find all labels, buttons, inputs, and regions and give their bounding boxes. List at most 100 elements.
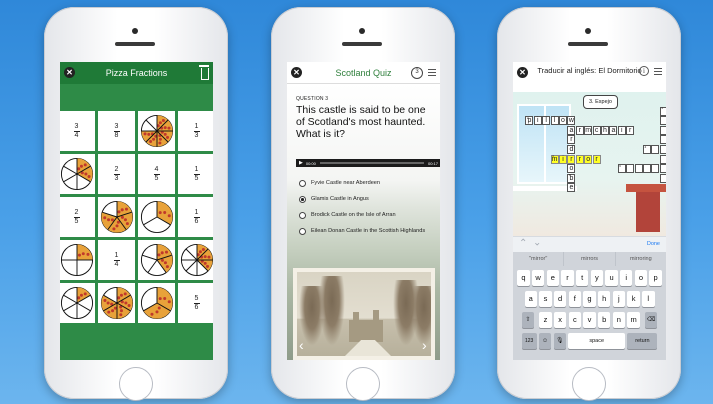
crossword-cell[interactable]: r bbox=[592, 154, 601, 164]
crossword-cell[interactable]: i bbox=[617, 125, 626, 135]
done-button[interactable]: Done bbox=[647, 241, 660, 247]
answer-option[interactable]: Fyvie Castle near Aberdeen bbox=[299, 180, 437, 187]
crossword-cell[interactable]: r bbox=[575, 154, 584, 164]
key-e[interactable]: e bbox=[546, 270, 560, 286]
crossword-cell[interactable] bbox=[659, 145, 666, 154]
home-button[interactable] bbox=[119, 367, 153, 401]
crossword-cell[interactable] bbox=[659, 106, 666, 116]
key-m[interactable]: m bbox=[627, 312, 640, 328]
key-z[interactable]: z bbox=[539, 312, 552, 328]
pizza-card[interactable] bbox=[98, 197, 135, 237]
key-d[interactable]: d bbox=[553, 291, 567, 307]
key-c[interactable]: c bbox=[568, 312, 582, 328]
home-button[interactable] bbox=[346, 367, 380, 401]
crossword-cell[interactable]: l bbox=[542, 116, 551, 126]
menu-icon[interactable] bbox=[428, 69, 436, 76]
crossword-cell[interactable] bbox=[651, 164, 660, 174]
key-h[interactable]: h bbox=[597, 291, 611, 307]
pizza-card[interactable] bbox=[98, 283, 135, 323]
crossword-cell[interactable] bbox=[659, 164, 666, 174]
key-s[interactable]: s bbox=[539, 291, 552, 307]
pizza-card[interactable] bbox=[60, 154, 95, 194]
key-r[interactable]: r bbox=[561, 270, 574, 286]
key-k[interactable]: k bbox=[627, 291, 640, 307]
crossword-cell[interactable]: a bbox=[567, 125, 576, 135]
crossword-cell[interactable] bbox=[659, 154, 666, 164]
crossword-cell[interactable]: o bbox=[567, 164, 576, 174]
fraction-card[interactable]: 34 bbox=[60, 111, 95, 151]
shift-key-icon[interactable]: ⇧ bbox=[521, 312, 535, 328]
emoji-key[interactable]: ☺ bbox=[538, 333, 552, 349]
crossword-cell[interactable]: d bbox=[567, 145, 576, 154]
chevron-right-icon[interactable]: › bbox=[422, 338, 429, 352]
numbers-key[interactable]: 123 bbox=[521, 333, 537, 349]
fraction-card[interactable]: 14 bbox=[98, 240, 135, 280]
crossword-cell[interactable]: m bbox=[550, 154, 559, 164]
crossword-cell[interactable] bbox=[659, 125, 666, 135]
close-button[interactable]: ✕ bbox=[291, 67, 302, 78]
crossword-cell[interactable] bbox=[634, 164, 643, 174]
crossword-cell[interactable] bbox=[659, 173, 666, 183]
crossword-cell[interactable]: r bbox=[575, 125, 584, 135]
pizza-card[interactable] bbox=[138, 197, 175, 237]
crossword-cell[interactable] bbox=[643, 164, 651, 174]
crossword-cell[interactable]: i bbox=[533, 116, 542, 126]
key-t[interactable]: t bbox=[575, 270, 589, 286]
key-f[interactable]: f bbox=[568, 291, 582, 307]
suggestion-item[interactable]: "mirror" bbox=[513, 252, 565, 266]
crossword-cell[interactable] bbox=[626, 164, 635, 174]
fraction-card[interactable]: 45 bbox=[138, 154, 175, 194]
pizza-card[interactable] bbox=[138, 240, 175, 280]
fraction-card[interactable]: 25 bbox=[60, 197, 95, 237]
key-b[interactable]: b bbox=[597, 312, 611, 328]
pizza-card[interactable] bbox=[138, 111, 175, 151]
info-icon[interactable]: i bbox=[639, 66, 649, 76]
pizza-card[interactable] bbox=[138, 283, 175, 323]
chevron-up-icon[interactable]: ⌃ bbox=[519, 238, 527, 249]
crossword-cell[interactable]: l bbox=[550, 116, 559, 126]
key-n[interactable]: n bbox=[612, 312, 626, 328]
fraction-card[interactable]: 38 bbox=[98, 111, 135, 151]
trash-button[interactable] bbox=[199, 65, 209, 80]
pizza-card[interactable] bbox=[60, 240, 95, 280]
key-q[interactable]: q bbox=[517, 270, 530, 286]
crossword-cell[interactable] bbox=[651, 145, 660, 154]
suggestion-item[interactable]: mirroring bbox=[616, 252, 666, 266]
radio-button[interactable] bbox=[299, 228, 306, 235]
crossword-cell[interactable]: p bbox=[525, 116, 534, 126]
delete-key-icon[interactable]: ⌫ bbox=[644, 312, 658, 328]
crossword-cell[interactable]: c bbox=[592, 125, 601, 135]
crossword-cell[interactable]: i bbox=[559, 154, 567, 164]
crossword-cell[interactable]: r bbox=[626, 125, 635, 135]
crossword-cell[interactable]: r bbox=[567, 154, 576, 164]
crossword-cell[interactable]: b bbox=[567, 173, 576, 183]
key-w[interactable]: w bbox=[531, 270, 545, 286]
chevron-left-icon[interactable]: ‹ bbox=[299, 338, 306, 352]
play-icon[interactable]: ▶ bbox=[299, 160, 303, 166]
radio-button[interactable] bbox=[299, 180, 306, 187]
crossword-cell[interactable] bbox=[643, 145, 651, 154]
crossword-cell[interactable]: r bbox=[567, 135, 576, 145]
key-l[interactable]: l bbox=[642, 291, 655, 307]
answer-option[interactable]: Glamis Castle in Angus bbox=[299, 196, 437, 203]
key-y[interactable]: y bbox=[590, 270, 604, 286]
key-a[interactable]: a bbox=[524, 291, 537, 307]
crossword-cell[interactable]: a bbox=[609, 125, 618, 135]
key-p[interactable]: p bbox=[649, 270, 662, 286]
key-o[interactable]: o bbox=[634, 270, 648, 286]
fraction-card[interactable]: 23 bbox=[98, 154, 135, 194]
answer-option[interactable]: Brodick Castle on the Isle of Arran bbox=[299, 212, 437, 219]
key-x[interactable]: x bbox=[553, 312, 567, 328]
key-v[interactable]: v bbox=[583, 312, 596, 328]
key-j[interactable]: j bbox=[612, 291, 626, 307]
crossword-cell[interactable] bbox=[617, 164, 626, 174]
audio-scrubber[interactable] bbox=[319, 162, 424, 164]
audio-player[interactable]: ▶ 00:00 00:17 bbox=[296, 159, 440, 167]
crossword-cell[interactable]: e bbox=[567, 183, 576, 193]
microphone-icon[interactable]: 🎙 bbox=[553, 333, 566, 349]
crossword-cell[interactable]: o bbox=[559, 116, 567, 126]
home-button[interactable] bbox=[572, 367, 606, 401]
space-key[interactable]: space bbox=[568, 333, 626, 349]
pizza-card[interactable] bbox=[178, 240, 213, 280]
fraction-card[interactable]: 16 bbox=[178, 197, 213, 237]
